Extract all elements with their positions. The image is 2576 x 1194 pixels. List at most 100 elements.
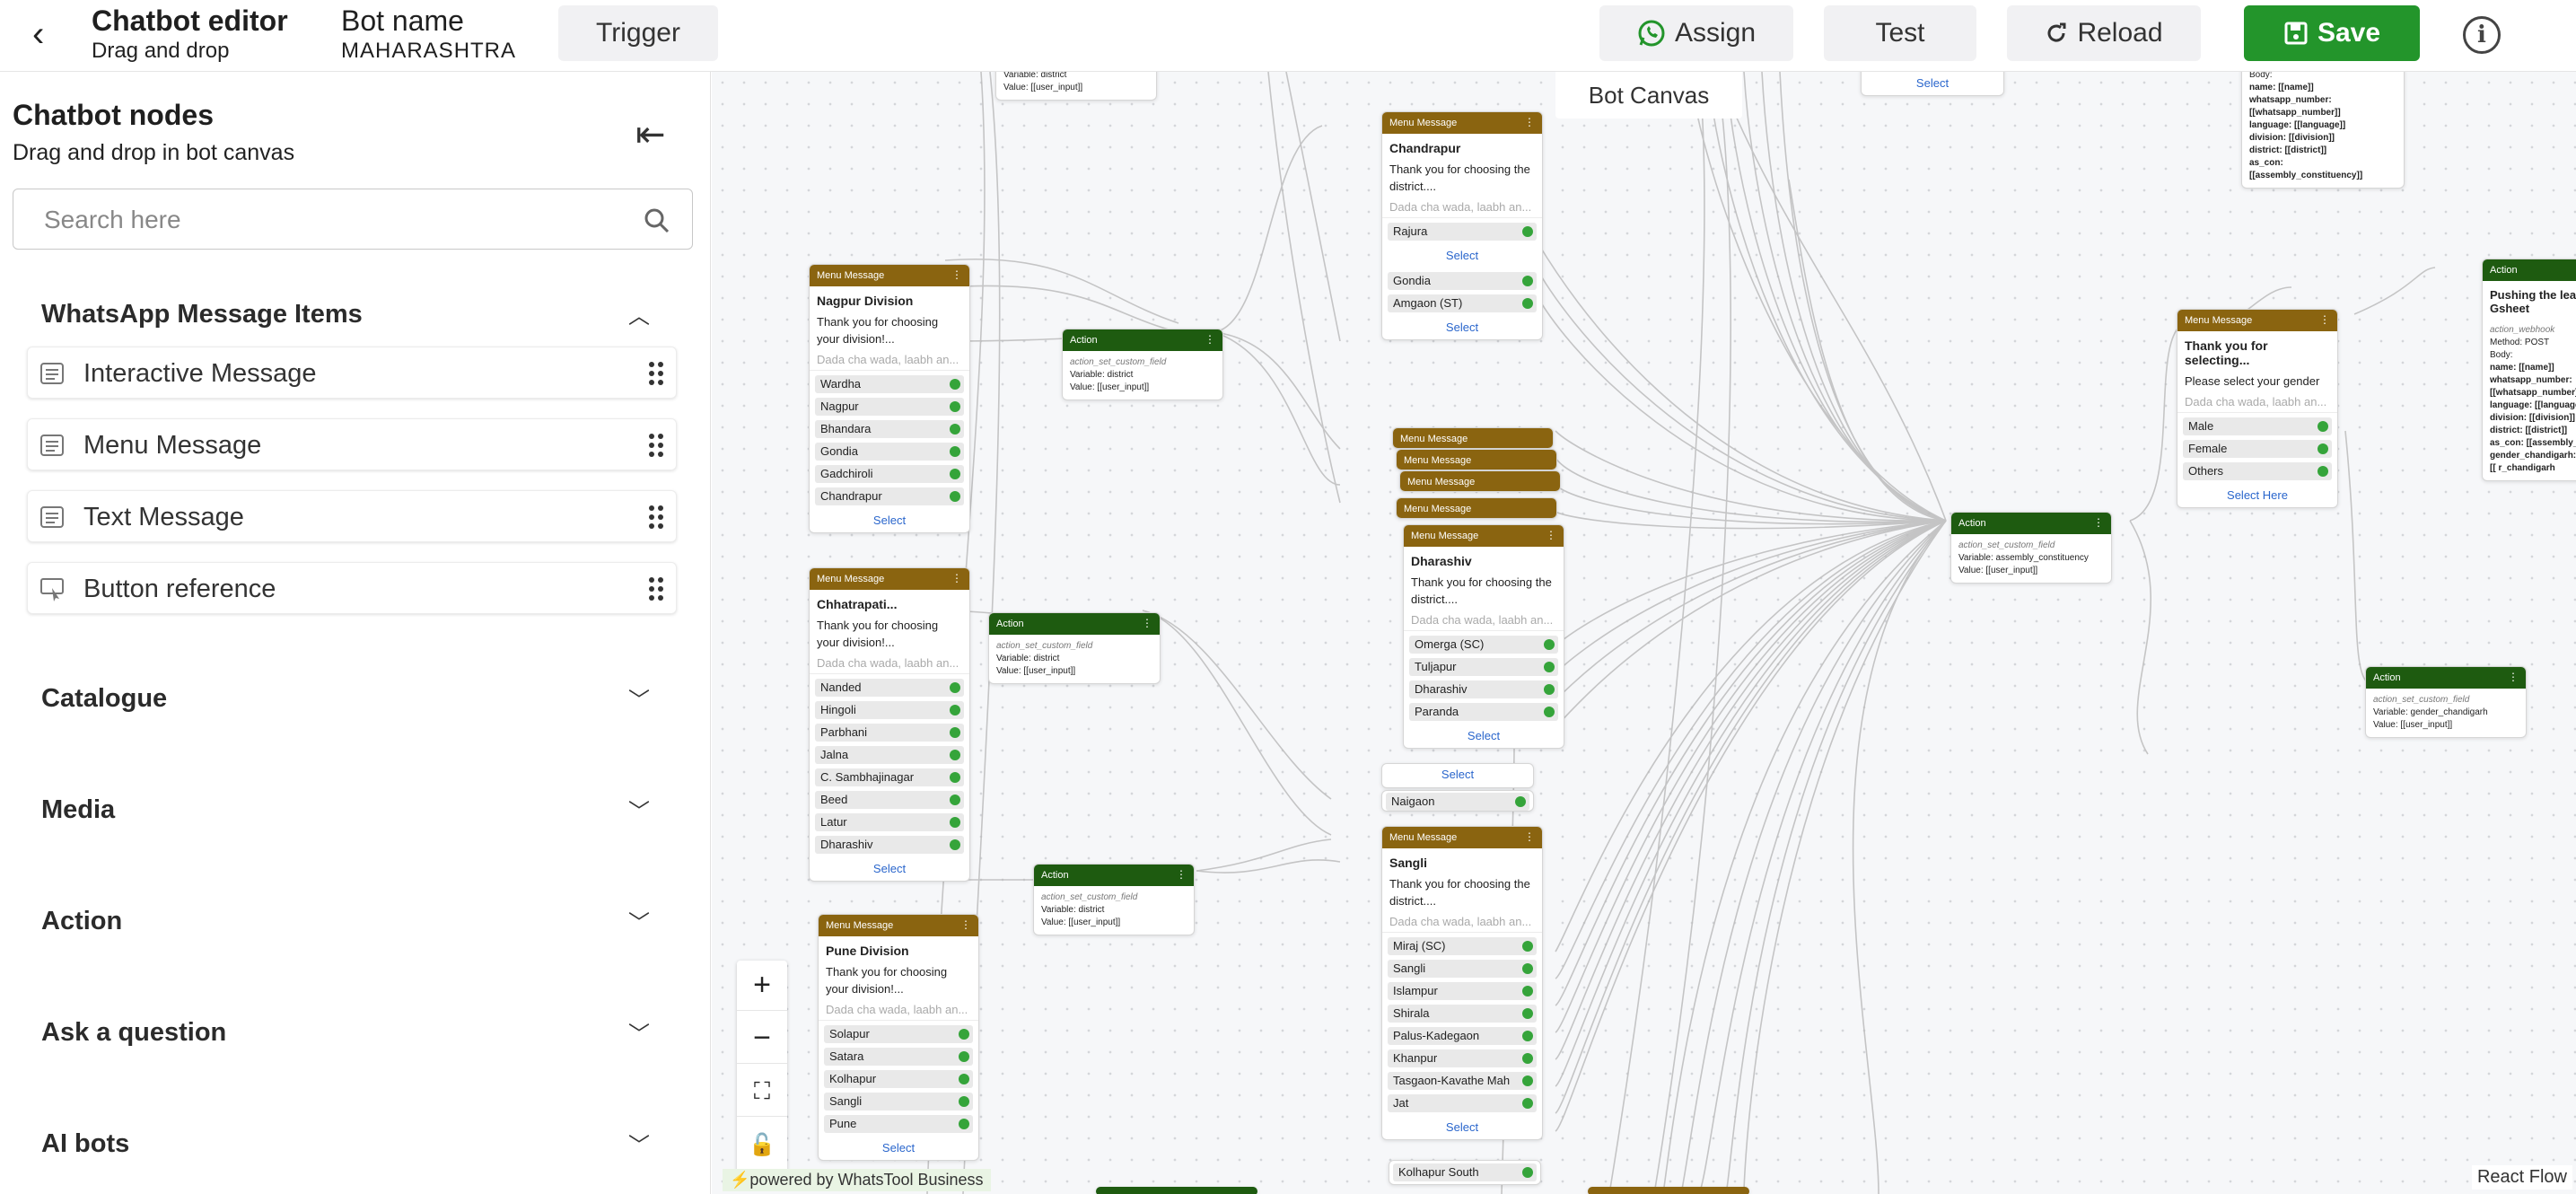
option-button[interactable]: Solapur [824, 1025, 973, 1043]
more-icon[interactable]: ⋮ [1524, 830, 1535, 843]
search-input[interactable] [44, 202, 618, 238]
menu-node-stacked[interactable]: Menu Message [1396, 449, 1557, 470]
powered-by[interactable]: ⚡powered by WhatsTool Business [723, 1169, 991, 1191]
more-icon[interactable]: ⋮ [960, 918, 971, 931]
action-node-gender[interactable]: Action ⋮ action_set_custom_field Variable:… [2365, 666, 2527, 738]
reload-button[interactable]: Reload [2007, 5, 2201, 61]
option-button[interactable]: Bhandara [815, 420, 964, 438]
bot-canvas[interactable]: Bot Canvas Variable: district Value: [[us… [712, 72, 2576, 1194]
select-link[interactable]: Select [1382, 317, 1542, 339]
action-node-district[interactable]: Action ⋮ action_set_custom_field Variable:… [1033, 864, 1195, 935]
chevron-down-icon[interactable]: ﹀ [628, 1016, 650, 1048]
option-button[interactable]: Jat [1388, 1094, 1537, 1112]
more-icon[interactable]: ⋮ [1546, 529, 1556, 541]
option-button[interactable]: Gondia [1388, 272, 1537, 290]
section-ask-a-question[interactable]: Ask a question [41, 1018, 226, 1048]
option-button[interactable]: Kolhapur [824, 1070, 973, 1088]
fit-view-icon[interactable]: ⛶ [737, 1067, 787, 1117]
node-stub[interactable] [1096, 1187, 1257, 1194]
action-node-district[interactable]: Action ⋮ action_set_custom_field Variable:… [1062, 329, 1223, 400]
option-button[interactable]: Shirala [1388, 1005, 1537, 1023]
node-item-button-reference[interactable]: Button reference [27, 562, 677, 614]
section-media[interactable]: Media [41, 795, 115, 825]
option-button[interactable]: C. Sambhajinagar [815, 768, 964, 786]
select-here-link[interactable]: Select Here [2177, 485, 2337, 507]
option-button[interactable]: Chandrapur [815, 487, 964, 505]
select-link[interactable]: Select [1862, 72, 2003, 95]
lock-icon[interactable]: 🔓 [737, 1119, 787, 1170]
action-node-gsheet[interactable]: Action Pushing the lea Gsheet action_web… [2482, 259, 2576, 481]
option-button[interactable]: Beed [815, 791, 964, 809]
assign-button[interactable]: Assign [1599, 5, 1793, 61]
option-button[interactable]: Gadchiroli [815, 465, 964, 483]
action-node-district[interactable]: Action ⋮ action_set_custom_field Variable:… [988, 612, 1161, 684]
zoom-out-icon[interactable]: − [737, 1014, 787, 1064]
node-item-interactive-message[interactable]: Interactive Message [27, 347, 677, 399]
option-button[interactable]: Pune [824, 1115, 973, 1133]
more-icon[interactable]: ⋮ [2508, 671, 2519, 683]
section-whatsapp-message-items[interactable]: WhatsApp Message Items [41, 300, 363, 329]
more-icon[interactable]: ⋮ [2093, 516, 2104, 529]
select-stub[interactable]: Select [1381, 763, 1534, 788]
option-button[interactable]: Omerga (SC) [1409, 636, 1558, 654]
section-action[interactable]: Action [41, 907, 122, 936]
option-kolhapur-south[interactable]: Kolhapur South [1389, 1160, 1541, 1185]
option-button[interactable]: Gondia [815, 443, 964, 461]
more-icon[interactable]: ⋮ [1524, 116, 1535, 128]
menu-node-gender[interactable]: Menu Message ⋮ Thank you for selecting...… [2177, 309, 2338, 508]
drag-handle-icon[interactable] [647, 504, 665, 531]
select-link[interactable]: Select [810, 858, 969, 881]
chevron-down-icon[interactable]: ﹀ [628, 682, 650, 714]
option-button[interactable]: Latur [815, 813, 964, 831]
option-button[interactable]: Sangli [824, 1093, 973, 1111]
more-icon[interactable]: ⋮ [2319, 313, 2330, 326]
option-button[interactable]: Islampur [1388, 982, 1537, 1000]
option-button[interactable]: Naigaon [1386, 793, 1529, 811]
search-icon[interactable] [644, 207, 670, 234]
option-button[interactable]: Sangli [1388, 960, 1537, 978]
collapse-sidebar-icon[interactable]: ⇤ [635, 117, 666, 153]
option-button[interactable]: Dharashiv [1409, 680, 1558, 698]
save-button[interactable]: Save [2244, 5, 2420, 61]
chevron-up-icon[interactable]: ︿ [628, 298, 650, 329]
option-button[interactable]: Palus-Kadegaon [1388, 1027, 1537, 1045]
select-link[interactable]: Select [819, 1137, 978, 1160]
node-item-menu-message[interactable]: Menu Message [27, 418, 677, 470]
menu-node-nagpur[interactable]: Menu Message ⋮ Nagpur Division Thank you … [809, 264, 970, 533]
back-arrow-icon[interactable]: ‹ [32, 16, 68, 52]
option-button[interactable]: Kolhapur South [1393, 1163, 1537, 1181]
webhook-node-partial[interactable]: Variable: district Value: [[user_input]] [995, 72, 1157, 101]
react-flow-attribution[interactable]: React Flow [2471, 1165, 2572, 1190]
option-button[interactable]: Wardha [815, 375, 964, 393]
trigger-button[interactable]: Trigger [558, 5, 718, 61]
webhook-node-top[interactable]: Body: name: [[name]] whatsapp_number: [[… [2241, 72, 2405, 189]
select-link[interactable]: Select [1404, 725, 1564, 748]
option-button[interactable]: Female [2183, 440, 2332, 458]
select-link[interactable]: Select [1382, 764, 1533, 786]
action-node-assembly[interactable]: Action ⋮ action_set_custom_field Variable:… [1950, 512, 2112, 584]
option-button[interactable]: Others [2183, 462, 2332, 480]
option-button[interactable]: Satara [824, 1048, 973, 1066]
select-link[interactable]: Select [1382, 245, 1542, 268]
menu-node-dharashiv[interactable]: Menu Message ⋮ Dharashiv Thank you for ch… [1403, 524, 1564, 749]
option-button[interactable]: Tuljapur [1409, 658, 1558, 676]
chevron-down-icon[interactable]: ﹀ [628, 1128, 650, 1159]
chevron-down-icon[interactable]: ﹀ [628, 794, 650, 825]
select-link[interactable]: Select [810, 510, 969, 532]
option-button[interactable]: Khanpur [1388, 1049, 1537, 1067]
drag-handle-icon[interactable] [647, 360, 665, 387]
more-icon[interactable]: ⋮ [1142, 617, 1152, 629]
partial-node[interactable]: Select [1861, 72, 2004, 96]
more-icon[interactable]: ⋮ [1176, 868, 1187, 881]
menu-node-chandrapur[interactable]: Menu Message ⋮ Chandrapur Thank you for c… [1381, 111, 1543, 340]
menu-node-stacked[interactable]: Menu Message [1399, 470, 1561, 492]
option-button[interactable]: Rajura [1388, 223, 1537, 241]
more-icon[interactable]: ⋮ [1205, 333, 1215, 346]
option-button[interactable]: Miraj (SC) [1388, 937, 1537, 955]
section-catalogue[interactable]: Catalogue [41, 684, 167, 714]
option-button[interactable]: Nagpur [815, 398, 964, 416]
option-button[interactable]: Amgaon (ST) [1388, 294, 1537, 312]
menu-node-chhatrapati[interactable]: Menu Message ⋮ Chhatrapati... Thank you f… [809, 567, 970, 882]
more-icon[interactable]: ⋮ [951, 268, 962, 281]
more-icon[interactable]: ⋮ [951, 572, 962, 584]
